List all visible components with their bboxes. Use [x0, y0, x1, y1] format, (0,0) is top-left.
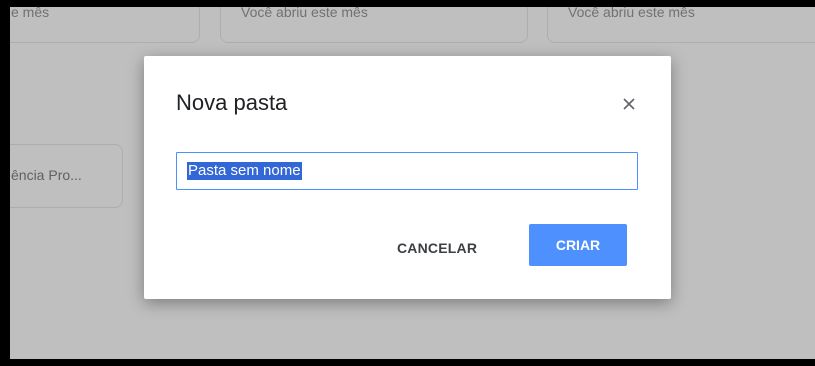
- folder-name-input[interactable]: Pasta sem nome: [176, 152, 638, 190]
- cancel-button[interactable]: CANCELAR: [393, 228, 481, 268]
- create-button[interactable]: CRIAR: [529, 224, 627, 266]
- close-button[interactable]: [617, 92, 641, 116]
- drive-viewport: e mês Você abriu este mês Você abriu est…: [10, 7, 815, 359]
- close-icon: [623, 98, 635, 110]
- selected-input-text: Pasta sem nome: [187, 162, 302, 180]
- new-folder-dialog: Nova pasta Pasta sem nome CANCELAR CRIAR: [144, 56, 671, 299]
- dialog-title: Nova pasta: [176, 90, 288, 115]
